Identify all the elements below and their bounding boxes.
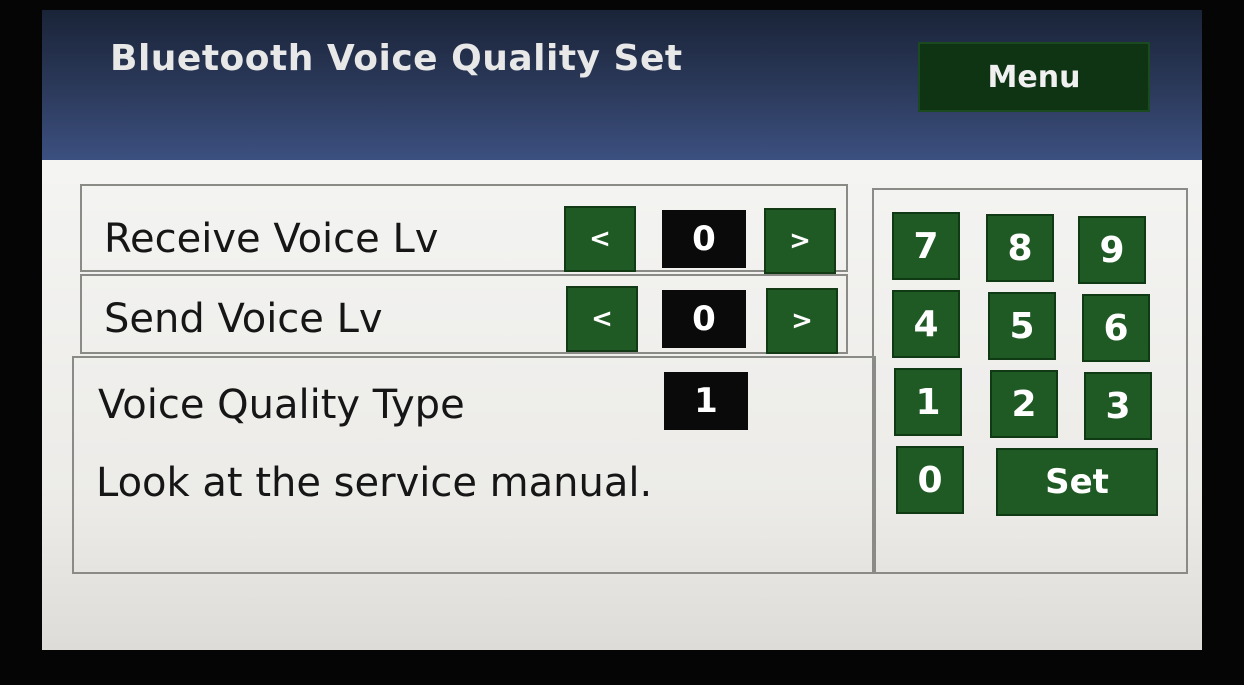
send-decrease-button[interactable]: < — [566, 286, 638, 352]
key-7[interactable]: 7 — [892, 212, 960, 280]
key-1[interactable]: 1 — [894, 368, 962, 436]
voice-quality-type-label: Voice Quality Type — [98, 382, 465, 428]
send-voice-label: Send Voice Lv — [104, 296, 383, 342]
receive-voice-value: 0 — [662, 210, 746, 268]
content-area: Receive Voice Lv < 0 > Send Voice Lv < 0… — [42, 160, 1202, 650]
key-4[interactable]: 4 — [892, 290, 960, 358]
key-6[interactable]: 6 — [1082, 294, 1150, 362]
key-3[interactable]: 3 — [1084, 372, 1152, 440]
key-5[interactable]: 5 — [988, 292, 1056, 360]
menu-button[interactable]: Menu — [918, 42, 1150, 112]
receive-decrease-button[interactable]: < — [564, 206, 636, 272]
display-screen: Bluetooth Voice Quality Set Menu Receive… — [42, 10, 1202, 650]
send-voice-value: 0 — [662, 290, 746, 348]
key-0[interactable]: 0 — [896, 446, 964, 514]
set-button[interactable]: Set — [996, 448, 1158, 516]
receive-voice-label: Receive Voice Lv — [104, 216, 439, 262]
key-8[interactable]: 8 — [986, 214, 1054, 282]
receive-increase-button[interactable]: > — [764, 208, 836, 274]
send-increase-button[interactable]: > — [766, 288, 838, 354]
key-2[interactable]: 2 — [990, 370, 1058, 438]
header-bar: Bluetooth Voice Quality Set Menu — [42, 10, 1202, 160]
service-manual-note: Look at the service manual. — [96, 460, 653, 506]
key-9[interactable]: 9 — [1078, 216, 1146, 284]
page-title: Bluetooth Voice Quality Set — [110, 38, 683, 79]
voice-quality-type-value: 1 — [664, 372, 748, 430]
